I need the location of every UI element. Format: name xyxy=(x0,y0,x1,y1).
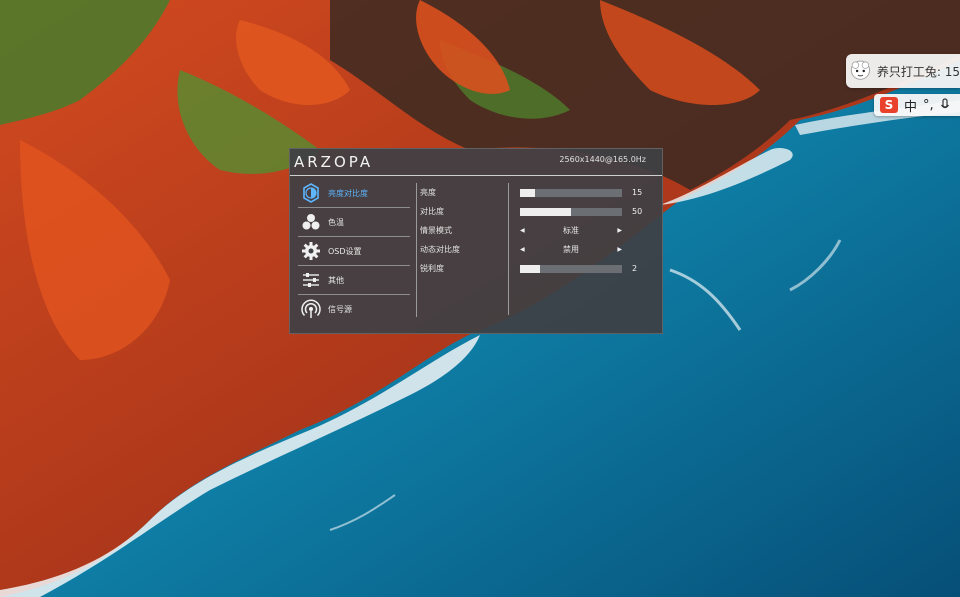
contrast-value: 50 xyxy=(632,207,643,216)
sheep-mascot-icon xyxy=(850,60,870,80)
menu-item-osd-settings[interactable]: OSD设置 xyxy=(298,237,410,266)
color-dots-icon xyxy=(300,211,322,233)
menu-item-label: OSD设置 xyxy=(328,246,362,256)
dynamic-contrast-control[interactable]: ◀ 禁用 ▶ xyxy=(520,240,650,259)
brand-logo: ARZOPA xyxy=(294,153,374,171)
osd-header: ARZOPA 2560x1440@165.0Hz xyxy=(290,149,662,176)
menu-item-label: 亮度对比度 xyxy=(328,188,368,198)
resolution-readout: 2560x1440@165.0Hz xyxy=(559,155,646,164)
brightness-slider[interactable] xyxy=(520,188,622,197)
param-label-contrast[interactable]: 对比度 xyxy=(420,202,506,221)
param-label-dynamic-contrast[interactable]: 动态对比度 xyxy=(420,240,506,259)
signal-icon xyxy=(300,298,322,320)
menu-item-label: 信号源 xyxy=(328,304,352,314)
menu-item-input-source[interactable]: 信号源 xyxy=(298,295,410,323)
param-label-scene-mode[interactable]: 情景模式 xyxy=(420,221,506,240)
contrast-control[interactable]: 50 xyxy=(520,202,650,221)
brightness-value: 15 xyxy=(632,188,643,197)
sogou-logo-icon[interactable]: S xyxy=(880,97,898,113)
brightness-fill xyxy=(520,188,536,197)
param-label-brightness[interactable]: 亮度 xyxy=(420,183,506,202)
left-arrow-icon[interactable]: ◀ xyxy=(520,227,525,234)
pet-widget-text: 养只打工兔: 15 xyxy=(876,64,960,79)
gear-icon xyxy=(300,240,322,262)
divider xyxy=(416,183,417,317)
contrast-slider[interactable] xyxy=(520,207,622,216)
brightness-control[interactable]: 15 xyxy=(520,183,650,202)
microphone-icon[interactable] xyxy=(940,98,950,112)
right-arrow-icon[interactable]: ▶ xyxy=(617,227,622,234)
menu-item-other[interactable]: 其他 xyxy=(298,266,410,295)
dynamic-contrast-value: 禁用 xyxy=(563,245,579,254)
param-label-sharpness[interactable]: 锐利度 xyxy=(420,259,506,278)
menu-item-color-temp[interactable]: 色温 xyxy=(298,208,410,237)
scene-mode-value: 标准 xyxy=(563,226,579,235)
contrast-fill xyxy=(520,207,571,216)
menu-item-brightness-contrast[interactable]: 亮度对比度 xyxy=(298,179,410,208)
sharpness-value: 2 xyxy=(632,264,638,273)
left-arrow-icon[interactable]: ◀ xyxy=(520,246,525,253)
menu-item-label: 其他 xyxy=(328,275,344,285)
ime-punctuation-toggle[interactable]: °, xyxy=(923,98,934,113)
param-values: 15 50 ◀ 标准 ▶ ◀ 禁用 ▶ 2 xyxy=(520,183,650,278)
sharpness-slider[interactable] xyxy=(520,264,622,273)
sliders-icon xyxy=(300,269,322,291)
right-arrow-icon[interactable]: ▶ xyxy=(617,246,622,253)
param-labels: 亮度 对比度 情景模式 动态对比度 锐利度 xyxy=(420,183,506,278)
sharpness-fill xyxy=(520,264,541,273)
osd-menu: 亮度对比度 色温 OSD设置 其他 信号源 xyxy=(298,179,410,323)
brightness-icon xyxy=(300,182,322,204)
ime-toolbar[interactable]: S 中 °, xyxy=(874,94,960,116)
ime-mode-toggle[interactable]: 中 xyxy=(904,96,917,115)
sharpness-control[interactable]: 2 xyxy=(520,259,650,278)
desktop-pet-widget[interactable]: 养只打工兔: 15 xyxy=(846,54,960,88)
scene-mode-control[interactable]: ◀ 标准 ▶ xyxy=(520,221,650,240)
monitor-osd-panel: ARZOPA 2560x1440@165.0Hz 亮度对比度 色温 OSD设置 … xyxy=(289,148,663,334)
divider xyxy=(508,183,509,315)
menu-item-label: 色温 xyxy=(328,217,344,227)
